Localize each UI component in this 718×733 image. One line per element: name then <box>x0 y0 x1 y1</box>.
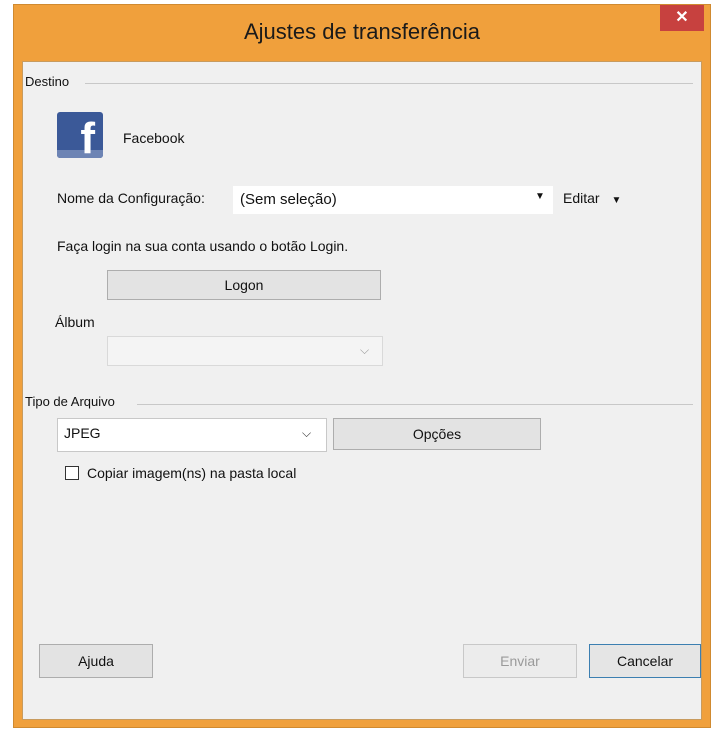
config-name-combobox[interactable]: (Sem seleção) <box>233 186 553 214</box>
file-type-group-divider <box>137 404 693 405</box>
help-button[interactable]: Ajuda <box>39 644 153 678</box>
dialog-window: Ajustes de transferência ✕ Destino f Fac… <box>13 4 711 728</box>
service-name: Facebook <box>123 130 185 146</box>
config-name-value: (Sem seleção) <box>240 191 337 208</box>
close-button[interactable]: ✕ <box>660 5 704 31</box>
copy-local-checkbox[interactable] <box>65 466 79 480</box>
login-instruction: Faça login na sua conta usando o botão L… <box>57 238 349 254</box>
facebook-icon: f <box>57 112 103 158</box>
file-type-group-label: Tipo de Arquivo <box>25 394 115 409</box>
help-button-label: Ajuda <box>78 653 114 669</box>
album-combobox[interactable]: ⌵ <box>107 336 383 366</box>
destination-group-divider <box>85 83 693 84</box>
edit-dropdown-arrow-icon: ▼ <box>611 195 622 206</box>
logon-button-label: Logon <box>224 277 264 293</box>
destination-group-label: Destino <box>25 74 70 89</box>
close-icon: ✕ <box>675 9 689 26</box>
edit-menu-button[interactable]: Editar ▼ <box>563 190 621 206</box>
title-bar[interactable]: Ajustes de transferência ✕ <box>14 5 710 61</box>
send-button[interactable]: Enviar <box>463 644 577 678</box>
config-dropdown-arrow-icon[interactable]: ▼ <box>535 191 545 202</box>
file-type-value: JPEG <box>64 425 101 441</box>
config-name-label: Nome da Configuração: <box>57 190 205 206</box>
options-button[interactable]: Opções <box>333 418 541 450</box>
cancel-button-label: Cancelar <box>616 653 674 669</box>
window-title: Ajustes de transferência <box>243 19 481 44</box>
edit-menu-label: Editar <box>563 190 600 206</box>
send-button-label: Enviar <box>500 653 540 669</box>
album-chevron-down-icon: ⌵ <box>360 343 370 357</box>
options-button-label: Opções <box>412 426 462 442</box>
album-label: Álbum <box>55 314 95 330</box>
file-type-chevron-down-icon: ⌵ <box>302 426 312 440</box>
logon-button[interactable]: Logon <box>107 270 381 300</box>
file-type-combobox[interactable]: JPEG ⌵ <box>57 418 327 452</box>
copy-local-label: Copiar imagem(ns) na pasta local <box>87 465 297 481</box>
dialog-client-area: Destino f Facebook Nome da Configuração:… <box>22 61 702 720</box>
cancel-button[interactable]: Cancelar <box>589 644 701 678</box>
